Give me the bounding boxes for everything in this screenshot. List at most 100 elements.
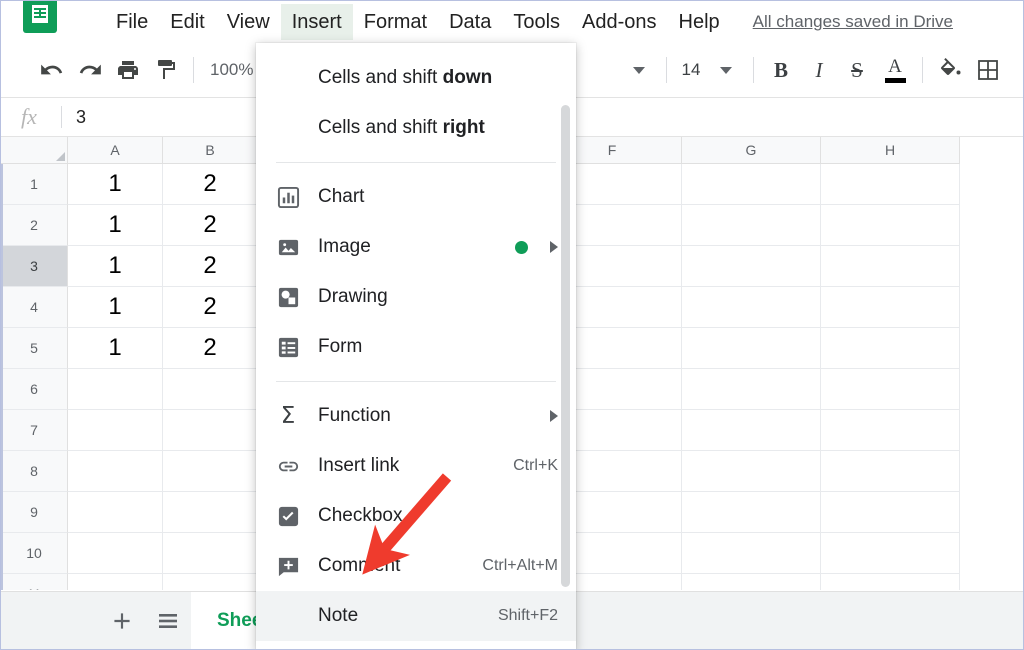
cell-A9[interactable] xyxy=(68,492,163,533)
cell-H11[interactable] xyxy=(821,574,960,590)
cell-A5[interactable]: 1 xyxy=(68,328,163,369)
cell-H7[interactable] xyxy=(821,410,960,451)
borders-icon[interactable] xyxy=(969,51,1007,89)
cell-G5[interactable] xyxy=(682,328,821,369)
undo-icon[interactable] xyxy=(33,51,71,89)
sheets-logo-icon[interactable] xyxy=(23,0,57,33)
cell-B9[interactable] xyxy=(163,492,258,533)
menu-item-chart[interactable]: Chart xyxy=(256,172,576,222)
cell-H4[interactable] xyxy=(821,287,960,328)
font-size-value[interactable]: 14 xyxy=(675,60,707,80)
menu-file[interactable]: File xyxy=(105,4,159,40)
cell-A4[interactable]: 1 xyxy=(68,287,163,328)
cell-G11[interactable] xyxy=(682,574,821,590)
cell-H8[interactable] xyxy=(821,451,960,492)
menu-item-insert-link[interactable]: Insert linkCtrl+K xyxy=(256,441,576,491)
cell-G1[interactable] xyxy=(682,164,821,205)
cell-H6[interactable] xyxy=(821,369,960,410)
menu-format[interactable]: Format xyxy=(353,4,438,40)
cell-G9[interactable] xyxy=(682,492,821,533)
menu-edit[interactable]: Edit xyxy=(159,4,215,40)
cell-B10[interactable] xyxy=(163,533,258,574)
cell-B5[interactable]: 2 xyxy=(163,328,258,369)
cell-B11[interactable] xyxy=(163,574,258,590)
cell-G6[interactable] xyxy=(682,369,821,410)
cell-G8[interactable] xyxy=(682,451,821,492)
menu-data[interactable]: Data xyxy=(438,4,502,40)
paint-format-icon[interactable] xyxy=(147,51,185,89)
select-all-corner[interactable] xyxy=(1,137,68,164)
cell-H3[interactable] xyxy=(821,246,960,287)
add-sheet-button[interactable] xyxy=(99,598,145,644)
cell-H5[interactable] xyxy=(821,328,960,369)
menu-item-image[interactable]: Image xyxy=(256,222,576,272)
font-family-dropdown-caret[interactable] xyxy=(620,51,658,89)
menu-item-cells-shift-right[interactable]: Cells and shift right xyxy=(256,103,576,153)
cell-G10[interactable] xyxy=(682,533,821,574)
strikethrough-button[interactable]: S xyxy=(838,51,876,89)
menu-view[interactable]: View xyxy=(216,4,281,40)
cell-B7[interactable] xyxy=(163,410,258,451)
row-header-1[interactable]: 1 xyxy=(1,164,68,205)
cell-H1[interactable] xyxy=(821,164,960,205)
cell-B6[interactable] xyxy=(163,369,258,410)
menu-insert[interactable]: Insert xyxy=(281,4,353,40)
row-header-9[interactable]: 9 xyxy=(1,492,68,533)
menu-item-function[interactable]: ΣFunction xyxy=(256,391,576,441)
cell-H9[interactable] xyxy=(821,492,960,533)
row-header-10[interactable]: 10 xyxy=(1,533,68,574)
menu-item-drawing[interactable]: Drawing xyxy=(256,272,576,322)
row-header-7[interactable]: 7 xyxy=(1,410,68,451)
menu-addons[interactable]: Add-ons xyxy=(571,4,668,40)
cell-G2[interactable] xyxy=(682,205,821,246)
cell-A1[interactable]: 1 xyxy=(68,164,163,205)
print-icon[interactable] xyxy=(109,51,147,89)
cell-A2[interactable]: 1 xyxy=(68,205,163,246)
zoom-level[interactable]: 100% xyxy=(202,60,261,80)
row-header-4[interactable]: 4 xyxy=(1,287,68,328)
column-header-A[interactable]: A xyxy=(68,137,163,164)
cell-B8[interactable] xyxy=(163,451,258,492)
cell-A8[interactable] xyxy=(68,451,163,492)
cell-B4[interactable]: 2 xyxy=(163,287,258,328)
menu-item-note[interactable]: NoteShift+F2 xyxy=(256,591,576,641)
menu-item-cells-shift-down[interactable]: Cells and shift down xyxy=(256,53,576,103)
cell-A3[interactable]: 1 xyxy=(68,246,163,287)
cell-A6[interactable] xyxy=(68,369,163,410)
redo-icon[interactable] xyxy=(71,51,109,89)
italic-button[interactable]: I xyxy=(800,51,838,89)
menu-help[interactable]: Help xyxy=(668,4,731,40)
insert-dropdown-menu: Cells and shift downCells and shift righ… xyxy=(256,43,576,650)
cell-G4[interactable] xyxy=(682,287,821,328)
save-status-link[interactable]: All changes saved in Drive xyxy=(753,12,953,32)
menu-item-comment[interactable]: CommentCtrl+Alt+M xyxy=(256,541,576,591)
text-color-button[interactable]: A xyxy=(876,51,914,89)
font-size-dropdown-caret[interactable] xyxy=(707,51,745,89)
bold-button[interactable]: B xyxy=(762,51,800,89)
column-header-H[interactable]: H xyxy=(821,137,960,164)
cell-H2[interactable] xyxy=(821,205,960,246)
row-header-11[interactable]: 11 xyxy=(1,574,68,590)
cell-B3[interactable]: 2 xyxy=(163,246,258,287)
cell-A11[interactable] xyxy=(68,574,163,590)
column-header-G[interactable]: G xyxy=(682,137,821,164)
cell-G3[interactable] xyxy=(682,246,821,287)
formula-input[interactable]: 3 xyxy=(76,107,86,128)
menu-item-form[interactable]: Form xyxy=(256,322,576,372)
cell-H10[interactable] xyxy=(821,533,960,574)
fill-color-icon[interactable] xyxy=(931,51,969,89)
cell-A7[interactable] xyxy=(68,410,163,451)
menu-item-checkbox[interactable]: Checkbox xyxy=(256,491,576,541)
cell-G7[interactable] xyxy=(682,410,821,451)
cell-B1[interactable]: 2 xyxy=(163,164,258,205)
cell-A10[interactable] xyxy=(68,533,163,574)
row-header-5[interactable]: 5 xyxy=(1,328,68,369)
menu-tools[interactable]: Tools xyxy=(502,4,571,40)
cell-B2[interactable]: 2 xyxy=(163,205,258,246)
row-header-6[interactable]: 6 xyxy=(1,369,68,410)
row-header-2[interactable]: 2 xyxy=(1,205,68,246)
all-sheets-button[interactable] xyxy=(145,598,191,644)
column-header-B[interactable]: B xyxy=(163,137,258,164)
row-header-8[interactable]: 8 xyxy=(1,451,68,492)
row-header-3[interactable]: 3 xyxy=(1,246,68,287)
